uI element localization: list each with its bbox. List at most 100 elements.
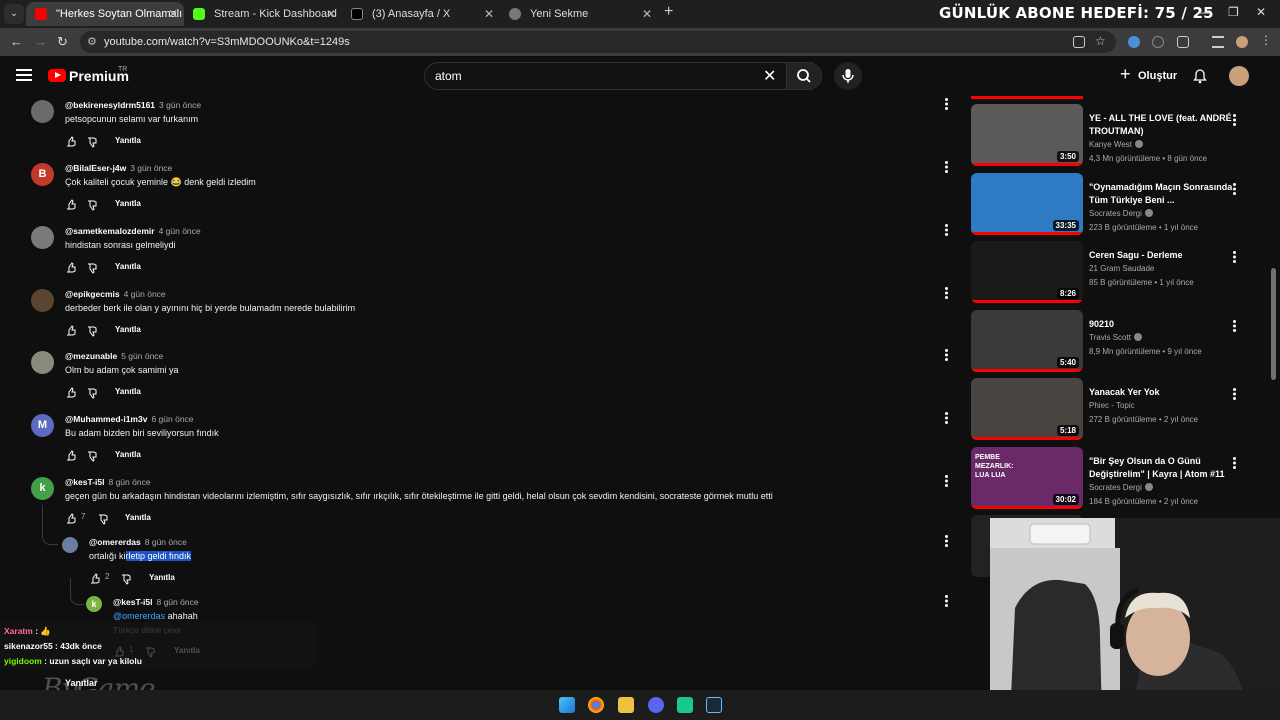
- site-info-icon[interactable]: ⚙: [87, 31, 97, 53]
- more-actions-icon[interactable]: [944, 349, 948, 361]
- scrollbar[interactable]: [1271, 268, 1276, 380]
- channel-name[interactable]: 21 Gram Saudade: [1089, 264, 1154, 273]
- avatar[interactable]: [31, 100, 54, 123]
- dislike-button[interactable]: [87, 135, 98, 153]
- reply-button[interactable]: Yanıtla: [115, 199, 141, 208]
- like-button[interactable]: [66, 197, 77, 215]
- search-button[interactable]: [786, 62, 822, 90]
- comment-time[interactable]: 6 gün önce: [151, 414, 193, 424]
- like-button[interactable]: [66, 385, 77, 403]
- bookmark-star-icon[interactable]: ☆: [1095, 34, 1107, 48]
- comment-time[interactable]: 3 gün önce: [159, 100, 201, 110]
- channel-name[interactable]: Phiec - Topic: [1089, 401, 1135, 410]
- cast-icon[interactable]: [1073, 36, 1085, 48]
- more-actions-icon[interactable]: [944, 595, 948, 607]
- comment-time[interactable]: 4 gün önce: [159, 226, 201, 236]
- dislike-button[interactable]: [87, 386, 98, 404]
- tab-new-tab[interactable]: Yeni Sekme ✕: [500, 2, 658, 26]
- comment-author[interactable]: @epikgecmis 4 gün önce: [65, 289, 166, 299]
- new-tab-button[interactable]: +: [664, 3, 673, 21]
- more-actions-icon[interactable]: [1233, 319, 1237, 332]
- avatar[interactable]: [31, 289, 54, 312]
- video-title[interactable]: "Oynamadığım Maçın Sonrasında Tüm Türkiy…: [1089, 181, 1234, 207]
- close-icon[interactable]: ✕: [168, 2, 178, 26]
- avatar[interactable]: M: [31, 414, 54, 437]
- reload-button[interactable]: ↻: [57, 34, 68, 50]
- comment-author[interactable]: @mezunable 5 gün önce: [65, 351, 163, 361]
- notifications-bell-icon[interactable]: [1192, 68, 1208, 84]
- like-button[interactable]: [66, 260, 77, 278]
- profile-avatar[interactable]: [1236, 36, 1248, 48]
- channel-name[interactable]: Socrates Dergi: [1089, 482, 1153, 492]
- more-actions-icon[interactable]: [1233, 114, 1237, 126]
- file-explorer-icon[interactable]: [618, 697, 634, 713]
- more-actions-icon[interactable]: [944, 475, 948, 487]
- more-actions-icon[interactable]: [1233, 388, 1237, 400]
- comment-time[interactable]: 8 gün önce: [156, 597, 198, 607]
- comment-time[interactable]: 3 gün önce: [130, 163, 172, 173]
- dislike-button[interactable]: [87, 261, 98, 279]
- search-input[interactable]: atom: [424, 62, 788, 90]
- tab-x[interactable]: (3) Anasayfa / X ✕: [342, 2, 500, 26]
- comment-time[interactable]: 4 gün önce: [124, 289, 166, 299]
- mention-link[interactable]: @omererdas: [113, 611, 165, 621]
- browser-menu-icon[interactable]: ⋮: [1260, 33, 1272, 47]
- chrome-icon[interactable]: [588, 697, 604, 713]
- avatar[interactable]: [31, 351, 54, 374]
- avatar[interactable]: [62, 537, 78, 553]
- address-bar[interactable]: ⚙ youtube.com/watch?v=S3mMDOOUNKo&t=1249…: [80, 31, 1116, 53]
- menu-icon[interactable]: [16, 69, 32, 81]
- account-avatar[interactable]: [1229, 66, 1249, 86]
- windows-start-icon[interactable]: [559, 697, 575, 713]
- reply-button[interactable]: Yanıtla: [115, 387, 141, 396]
- video-thumbnail[interactable]: 8:26: [971, 241, 1083, 303]
- window-close-button[interactable]: ✕: [1256, 5, 1266, 19]
- related-video-card[interactable]: PEMBE MEZARLIK: LUA LUA 30:02 "Bir Şey Ols…: [970, 446, 1270, 511]
- related-video-card[interactable]: 5:18 Yanacak Yer Yok Phiec - Topic 272 B gö…: [970, 378, 1270, 442]
- more-actions-icon[interactable]: [944, 224, 948, 236]
- video-thumbnail[interactable]: 3:50: [971, 104, 1083, 166]
- like-button[interactable]: [90, 571, 101, 589]
- reading-list-icon[interactable]: [1212, 36, 1224, 48]
- dislike-button[interactable]: [87, 198, 98, 216]
- close-icon[interactable]: ✕: [642, 2, 652, 26]
- like-button[interactable]: [66, 134, 77, 152]
- related-video-card[interactable]: 5:40 90210 Travis Scott 8,9 Mn görüntüleme …: [970, 309, 1270, 374]
- comment-time[interactable]: 8 gün önce: [145, 537, 187, 547]
- video-title[interactable]: Yanacak Yer Yok: [1089, 386, 1234, 399]
- extension-icon[interactable]: [1128, 36, 1140, 48]
- video-thumbnail[interactable]: 33:35: [971, 172, 1083, 235]
- close-icon[interactable]: ✕: [484, 2, 494, 26]
- channel-name[interactable]: Travis Scott: [1089, 332, 1142, 342]
- tab-youtube[interactable]: "Herkes Soytan Olmamalı ama ✕: [26, 2, 184, 26]
- more-actions-icon[interactable]: [1233, 456, 1237, 469]
- reply-button[interactable]: Yanıtla: [115, 450, 141, 459]
- avatar[interactable]: [31, 226, 54, 249]
- video-thumbnail[interactable]: 5:40: [971, 309, 1083, 372]
- steam-icon[interactable]: [706, 697, 722, 713]
- like-button[interactable]: [66, 448, 77, 466]
- more-actions-icon[interactable]: [944, 412, 948, 424]
- more-actions-icon[interactable]: [944, 161, 948, 173]
- maximize-button[interactable]: ❐: [1228, 5, 1239, 19]
- video-title[interactable]: 90210: [1089, 318, 1234, 331]
- video-title[interactable]: YE - ALL THE LOVE (feat. ANDRÉ TROUTMAN): [1089, 112, 1234, 138]
- comment-time[interactable]: 5 gün önce: [121, 351, 163, 361]
- channel-name[interactable]: Socrates Dergi: [1089, 208, 1153, 218]
- comment-author[interactable]: @kesT-i5l 8 gün önce: [65, 477, 151, 487]
- channel-name[interactable]: Kanye West: [1089, 140, 1143, 149]
- voice-search-button[interactable]: [834, 62, 862, 90]
- more-actions-icon[interactable]: [1233, 182, 1237, 195]
- related-video-card[interactable]: 33:35 "Oynamadığım Maçın Sonrasında Tüm T…: [970, 172, 1270, 237]
- video-title[interactable]: Ceren Sagu - Derleme: [1089, 249, 1234, 262]
- reply-button[interactable]: Yanıtla: [115, 262, 141, 271]
- discord-icon[interactable]: [648, 697, 664, 713]
- dislike-button[interactable]: [121, 572, 132, 590]
- create-button[interactable]: Oluştur: [1120, 62, 1177, 88]
- forward-button[interactable]: →: [34, 34, 47, 49]
- comment-author[interactable]: @BilalEser-j4w 3 gün önce: [65, 163, 172, 173]
- youtube-logo-icon[interactable]: [48, 69, 66, 82]
- related-video-card[interactable]: 8:26 Ceren Sagu - Derleme 21 Gram Saudade 8…: [970, 241, 1270, 305]
- reply-button[interactable]: Yanıtla: [115, 136, 141, 145]
- app-icon[interactable]: [677, 697, 693, 713]
